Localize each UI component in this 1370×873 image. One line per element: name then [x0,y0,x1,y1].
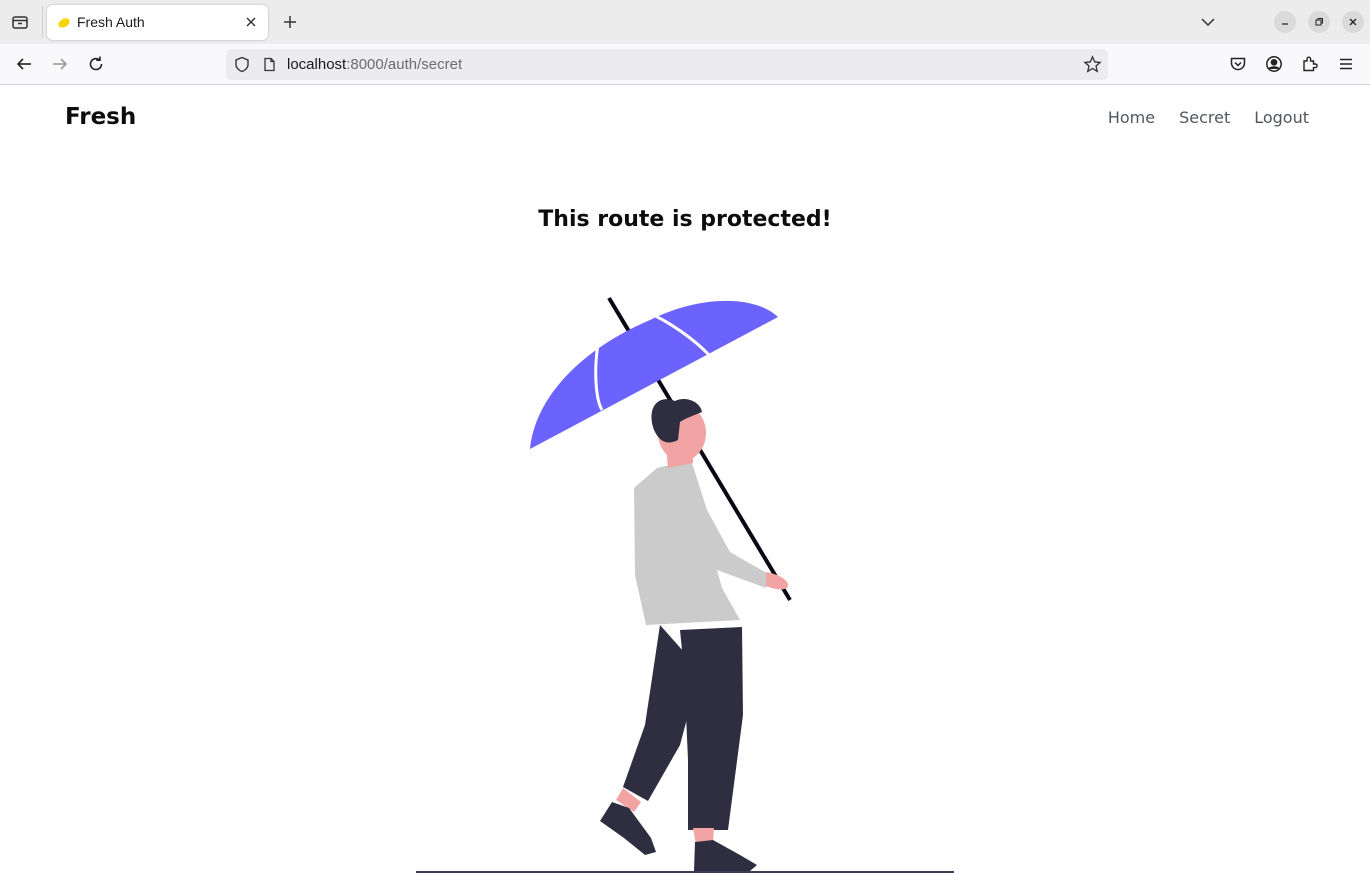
person-with-umbrella-illustration [416,296,954,873]
minimize-icon[interactable] [1274,11,1296,33]
back-arrow-icon[interactable] [12,52,36,76]
tab-fresh-auth[interactable]: Fresh Auth [47,5,268,40]
star-icon[interactable] [1083,55,1102,74]
url-path: :8000/auth/secret [346,56,463,73]
url-text[interactable]: localhost:8000/auth/secret [287,56,462,73]
url-host: localhost [287,56,347,73]
pocket-icon[interactable] [1226,52,1250,76]
restore-icon[interactable] [1308,11,1330,33]
shirt-torso [634,460,770,625]
tab-list-icon[interactable] [8,10,32,34]
chevron-down-icon[interactable] [1196,10,1220,34]
plus-icon[interactable] [278,10,302,34]
nav-link-logout[interactable]: Logout [1254,108,1309,127]
menu-icon[interactable] [1334,52,1358,76]
site-brand[interactable]: Fresh [65,104,136,130]
page-icon [264,57,275,72]
tab-title: Fresh Auth [77,14,145,30]
account-icon[interactable] [1262,52,1286,76]
page-content: Fresh Home Secret Logout This route is p… [0,85,1370,873]
site-nav: Home Secret Logout [1108,108,1309,127]
right-shoe [694,840,757,871]
url-bar[interactable]: localhost:8000/auth/secret [226,49,1108,80]
front-leg [680,627,743,830]
page-heading: This route is protected! [538,207,832,232]
nav-link-home[interactable]: Home [1108,108,1155,127]
forward-arrow-icon[interactable] [48,52,72,76]
reload-icon[interactable] [84,52,108,76]
close-icon[interactable] [242,13,260,31]
lemon-favicon-icon [58,18,70,28]
tab-bar: Fresh Auth [0,0,1370,44]
extensions-icon[interactable] [1298,52,1322,76]
shield-icon[interactable] [234,56,250,73]
navigation-toolbar: localhost:8000/auth/secret [0,44,1370,85]
left-shoe [600,802,656,855]
nav-link-secret[interactable]: Secret [1179,108,1230,127]
window-close-icon[interactable] [1342,11,1364,33]
tab-separator [42,6,43,38]
